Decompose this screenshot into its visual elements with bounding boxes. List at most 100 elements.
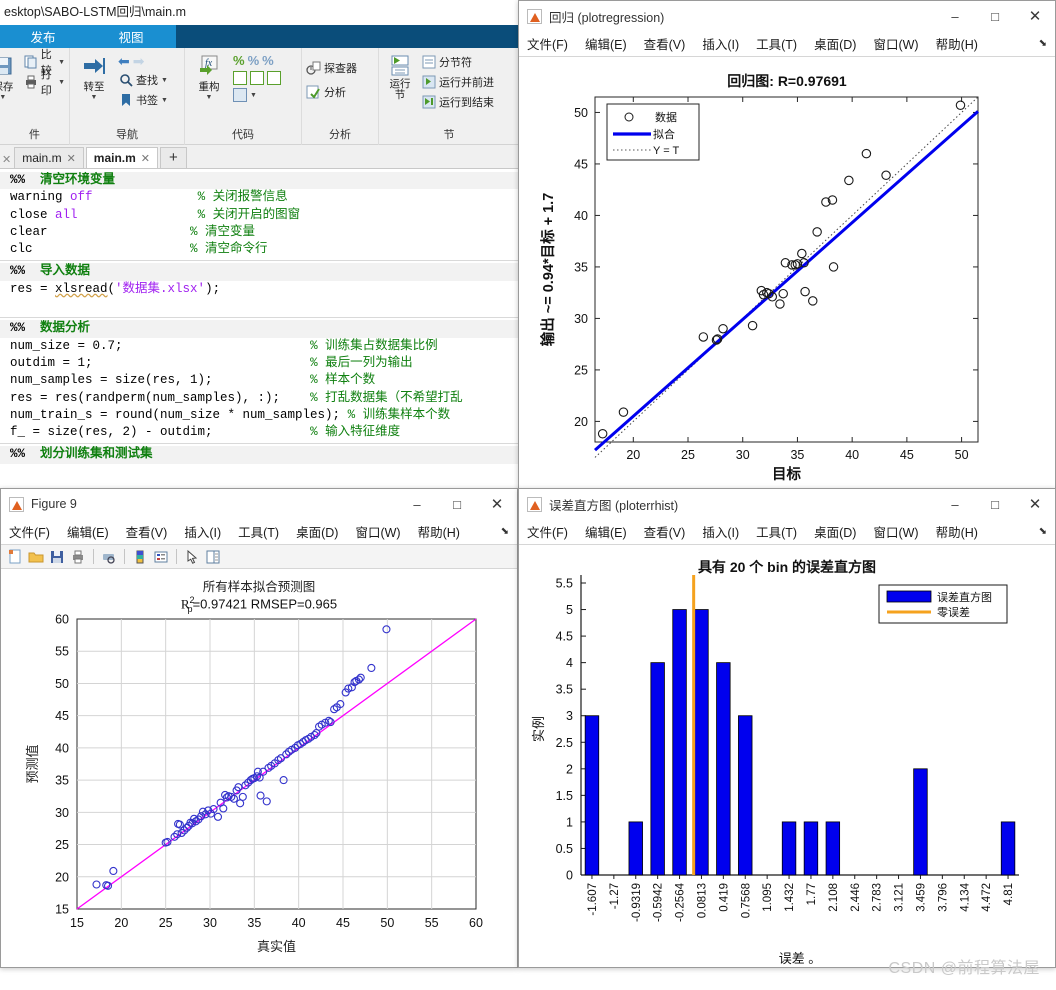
ribbon-group-file[interactable]: 保存 ▼ 比较 ▼ 打印 (0, 48, 70, 145)
forward-arrow-icon[interactable]: ➡ (133, 53, 145, 70)
menu-edit[interactable]: 编辑(E) (585, 522, 627, 541)
smart-indent-icon[interactable] (233, 71, 247, 85)
editor-file-tabs[interactable]: ✕ main.m ✕ main.m ✕ + (0, 145, 530, 169)
decrease-indent-icon[interactable] (267, 71, 281, 85)
new-tab-button[interactable]: + (160, 147, 187, 168)
maximize-button[interactable]: □ (975, 1, 1015, 31)
editor-tab-main-1[interactable]: main.m ✕ (14, 147, 84, 168)
menu-tools[interactable]: 工具(T) (238, 522, 279, 541)
menu-window[interactable]: 窗口(W) (873, 522, 918, 541)
minimize-button[interactable]: – (935, 1, 975, 31)
print-preview-icon[interactable] (100, 548, 118, 566)
indent-row[interactable] (233, 71, 281, 85)
code-tools-caret-icon[interactable]: ▼ (250, 92, 257, 99)
section-break-button[interactable]: 分节符 (421, 53, 494, 71)
legend-icon[interactable] (152, 548, 170, 566)
find-caret-icon[interactable]: ▼ (161, 77, 168, 84)
back-arrow-icon[interactable]: ⬅ (118, 53, 130, 70)
editor-tab-main-2[interactable]: main.m ✕ (85, 147, 159, 168)
save-icon[interactable] (48, 548, 66, 566)
save-button[interactable]: 保存 ▼ (0, 53, 18, 101)
menu-overflow-icon[interactable]: ⬊ (1039, 526, 1047, 537)
profiler-button[interactable]: 探查器 (306, 59, 357, 77)
menu-help[interactable]: 帮助(H) (936, 34, 978, 53)
menu-view[interactable]: 查看(V) (644, 522, 686, 541)
bookmark-caret-icon[interactable]: ▼ (161, 97, 168, 104)
close-button[interactable]: ✕ (1015, 489, 1055, 519)
menu-window[interactable]: 窗口(W) (355, 522, 400, 541)
refactor-caret-icon[interactable]: ▼ (206, 94, 213, 101)
tab-overflow-close-icon[interactable]: ✕ (2, 153, 14, 168)
colorbar-icon[interactable] (131, 548, 149, 566)
menu-overflow-icon[interactable]: ⬊ (1039, 38, 1047, 49)
close-button[interactable]: ✕ (477, 489, 517, 519)
matlab-editor-window[interactable]: esktop\SABO-LSTM回归\main.m 发布 视图 保存 ▼ (0, 0, 530, 500)
menu-view[interactable]: 查看(V) (644, 34, 686, 53)
ribbon-group-analyze[interactable]: 探查器 分析 分析 (302, 48, 379, 145)
goto-caret-icon[interactable]: ▼ (91, 94, 98, 101)
ribbon-tab-strip[interactable]: 发布 视图 (0, 25, 530, 48)
minimize-button[interactable]: – (935, 489, 975, 519)
comment-row[interactable]: % % % (233, 53, 281, 68)
analyze-button[interactable]: 分析 (306, 83, 346, 101)
run-section-button[interactable]: 运行节 (383, 53, 417, 101)
ribbon-body[interactable]: 保存 ▼ 比较 ▼ 打印 (0, 48, 530, 145)
figure9-toolbar[interactable] (1, 545, 517, 569)
menu-help[interactable]: 帮助(H) (936, 522, 978, 541)
menu-tools[interactable]: 工具(T) (756, 522, 797, 541)
menu-insert[interactable]: 插入(I) (184, 522, 221, 541)
ribbon-group-section[interactable]: 运行节 分节符 运行并前进 运行到结束 节 (379, 48, 519, 145)
errorhist-menubar[interactable]: 文件(F) 编辑(E) 查看(V) 插入(I) 工具(T) 桌面(D) 窗口(W… (519, 519, 1055, 545)
menu-edit[interactable]: 编辑(E) (67, 522, 109, 541)
print-caret-icon[interactable]: ▼ (58, 79, 65, 86)
errorhist-window-controls[interactable]: – □ ✕ (935, 489, 1055, 519)
ribbon-group-code[interactable]: fx 重构 ▼ % % % ▼ 代码 (185, 48, 302, 145)
error-histogram-window[interactable]: 误差直方图 (ploterrhist) – □ ✕ 文件(F) 编辑(E) 查看… (518, 488, 1056, 968)
ribbon-group-navigate[interactable]: 转至 ▼ ⬅ ➡ 查找 ▼ 书签 ▼ 导航 (70, 48, 185, 145)
run-advance-button[interactable]: 运行并前进 (421, 73, 494, 91)
compare-caret-icon[interactable]: ▼ (58, 59, 65, 66)
plot-browser-icon[interactable] (204, 548, 222, 566)
bookmark-button[interactable]: 书签 ▼ (118, 91, 168, 109)
maximize-button[interactable]: □ (437, 489, 477, 519)
print-icon[interactable] (69, 548, 87, 566)
tab-close-icon[interactable]: ✕ (141, 152, 150, 165)
find-button[interactable]: 查找 ▼ (118, 71, 168, 89)
minimize-button[interactable]: – (397, 489, 437, 519)
menu-desktop[interactable]: 桌面(D) (296, 522, 338, 541)
menu-insert[interactable]: 插入(I) (702, 522, 739, 541)
menu-edit[interactable]: 编辑(E) (585, 34, 627, 53)
new-figure-icon[interactable] (6, 548, 24, 566)
menu-tools[interactable]: 工具(T) (756, 34, 797, 53)
menu-desktop[interactable]: 桌面(D) (814, 522, 856, 541)
save-caret-icon[interactable]: ▼ (0, 94, 6, 101)
code-tools-row[interactable]: ▼ (233, 88, 281, 102)
nav-arrows[interactable]: ⬅ ➡ (118, 53, 168, 69)
figure9-window[interactable]: Figure 9 – □ ✕ 文件(F) 编辑(E) 查看(V) 插入(I) 工… (0, 488, 518, 968)
figure9-menubar[interactable]: 文件(F) 编辑(E) 查看(V) 插入(I) 工具(T) 桌面(D) 窗口(W… (1, 519, 517, 545)
menu-help[interactable]: 帮助(H) (418, 522, 460, 541)
code-editor-area[interactable]: %% 清空环境变量 warning off % 关闭报警信息 close all… (0, 169, 530, 499)
pointer-icon[interactable] (183, 548, 201, 566)
comment-icon[interactable]: % (233, 53, 245, 68)
increase-indent-icon[interactable] (250, 71, 264, 85)
menu-view[interactable]: 查看(V) (126, 522, 168, 541)
code-analyzer-icon[interactable] (233, 88, 247, 102)
regression-titlebar[interactable]: 回归 (plotregression) – □ ✕ (519, 1, 1055, 31)
menu-file[interactable]: 文件(F) (527, 522, 568, 541)
close-button[interactable]: ✕ (1015, 1, 1055, 31)
refactor-button[interactable]: fx 重构 ▼ (189, 53, 229, 101)
errorhist-titlebar[interactable]: 误差直方图 (ploterrhist) – □ ✕ (519, 489, 1055, 519)
open-file-icon[interactable] (27, 548, 45, 566)
maximize-button[interactable]: □ (975, 489, 1015, 519)
print-button[interactable]: 打印 ▼ (24, 69, 65, 97)
menu-file[interactable]: 文件(F) (527, 34, 568, 53)
goto-button[interactable]: 转至 ▼ (74, 53, 114, 101)
run-to-end-button[interactable]: 运行到结束 (421, 93, 494, 111)
menu-window[interactable]: 窗口(W) (873, 34, 918, 53)
figure9-titlebar[interactable]: Figure 9 – □ ✕ (1, 489, 517, 519)
menu-overflow-icon[interactable]: ⬊ (501, 526, 509, 537)
menu-insert[interactable]: 插入(I) (702, 34, 739, 53)
menu-desktop[interactable]: 桌面(D) (814, 34, 856, 53)
regression-figure-window[interactable]: 回归 (plotregression) – □ ✕ 文件(F) 编辑(E) 查看… (518, 0, 1056, 490)
